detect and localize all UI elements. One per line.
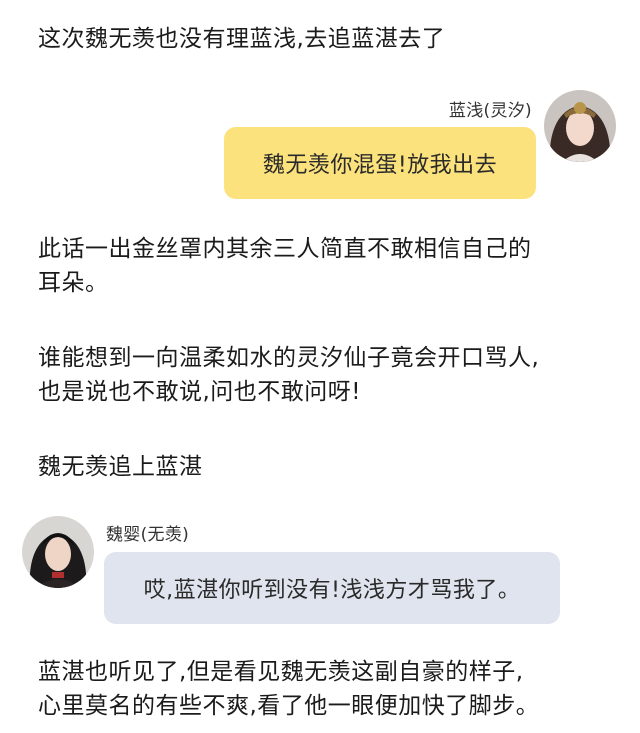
message-bubble-lanqian: 魏无羡你混蛋!放我出去 bbox=[224, 127, 536, 199]
male-character-avatar-icon[interactable] bbox=[22, 516, 94, 588]
message-text-weiying: 哎,蓝湛你听到没有!浅浅方才骂我了。 bbox=[143, 578, 521, 603]
message-bubble-weiying: 哎,蓝湛你听到没有!浅浅方才骂我了。 bbox=[104, 552, 560, 624]
speaker-name-lanqian: 蓝浅(灵汐) bbox=[448, 101, 532, 121]
message-text-lanqian: 魏无羡你混蛋!放我出去 bbox=[262, 153, 498, 178]
story-paragraph-3: 谁能想到一向温柔如水的灵汐仙子竟会开口骂人, 也是说也不敢说,问也不敢问呀! bbox=[38, 345, 540, 405]
story-paragraph-4: 魏无羡追上蓝湛 bbox=[38, 454, 203, 480]
story-paragraph-5: 蓝湛也听见了,但是看见魏无羡这副自豪的样子, 心里莫名的有些不爽,看了他一眼便加… bbox=[38, 659, 540, 719]
speaker-name-weiying: 魏婴(无羡) bbox=[106, 525, 190, 545]
story-paragraph-1: 这次魏无羡也没有理蓝浅,去追蓝湛去了 bbox=[38, 26, 446, 52]
story-paragraph-2: 此话一出金丝罩内其余三人简直不敢相信自己的 耳朵。 bbox=[38, 236, 532, 296]
female-character-avatar-icon[interactable] bbox=[544, 90, 616, 162]
